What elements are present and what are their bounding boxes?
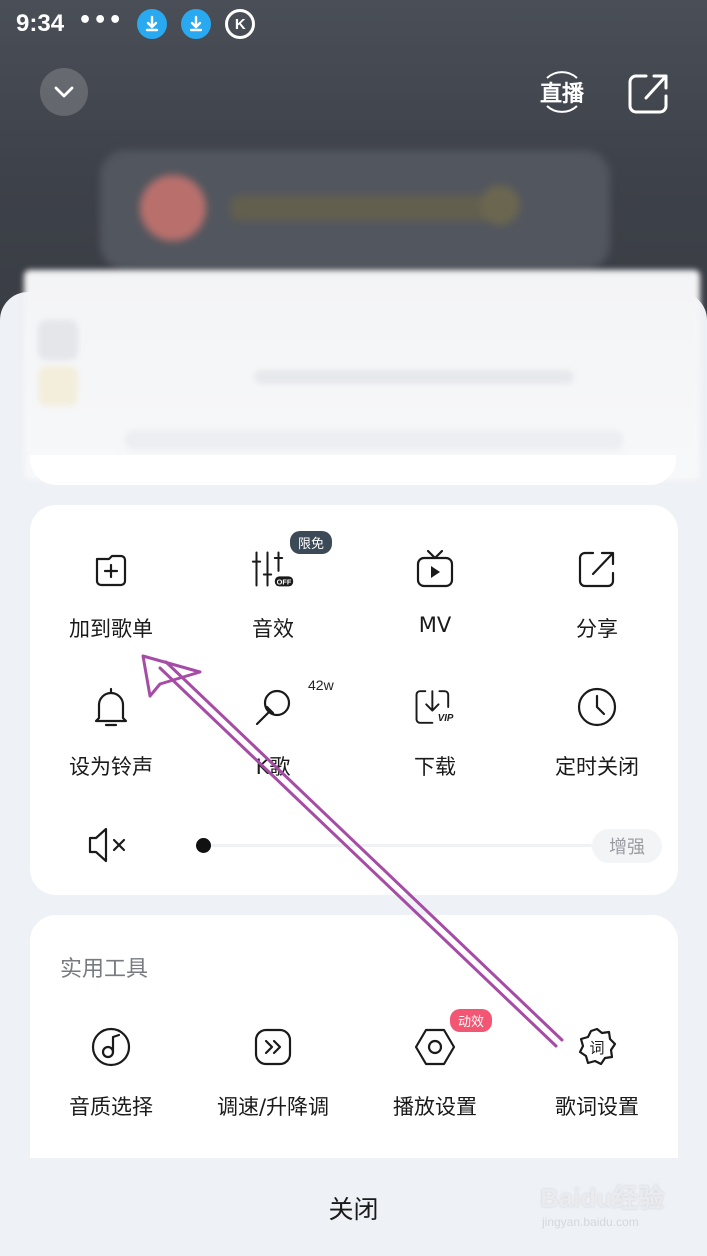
blurred-card-edge [30,455,676,485]
status-time: 9:34 [16,10,65,37]
live-button[interactable]: 直播 [533,68,591,116]
status-bar: 9:34 ••• K [0,0,707,48]
mute-speaker-icon [88,827,126,863]
share-button[interactable]: 分享 [516,547,678,647]
disc-note-icon [89,1025,133,1069]
add-to-playlist-icon [89,547,133,591]
share-icon [628,74,668,114]
free-badge: 限免 [290,531,333,554]
lyrics-settings-button[interactable]: 词 歌词设置 [516,1025,678,1125]
sound-effects-button[interactable]: OFF 限免 音效 [192,531,354,647]
item-label: 分享 [576,617,618,641]
tv-play-icon [413,547,457,591]
item-label: 播放设置 [393,1095,477,1119]
blurred-song-info [24,270,700,480]
item-label: MV [418,613,452,637]
audio-quality-button[interactable]: 音质选择 [30,1025,192,1125]
blurred-now-playing-card [100,150,610,270]
fast-forward-icon [251,1025,295,1069]
live-label: 直播 [539,82,584,107]
item-label: 设为铃声 [69,755,153,779]
lyrics-glyph: 词 [589,1039,604,1057]
animation-badge: 动效 [450,1009,493,1032]
k-app-icon: K [225,9,256,39]
watermark-brand: Baidu经验 [540,1183,665,1213]
tools-card: 实用工具 音质选择 调速/升降调 动效 播放设置 词 歌词设置 [30,915,678,1158]
karaoke-count: 42w [308,677,334,693]
actions-card: 加到歌单 OFF 限免 音效 MV 分享 设为铃声 42w K歌 VIP 下载 … [30,505,678,895]
volume-slider-track[interactable] [198,844,592,847]
volume-slider-knob[interactable] [196,838,211,853]
lyrics-badge-icon: 词 [575,1025,619,1069]
mv-button[interactable]: MV [354,547,516,647]
item-label: 下载 [414,755,456,779]
sleep-timer-button[interactable]: 定时关闭 [516,685,678,785]
status-more-dots: ••• [78,7,124,33]
equalizer-off-icon: OFF [251,547,295,591]
item-label: 音质选择 [69,1095,153,1119]
svg-text:OFF: OFF [277,578,292,587]
download-button[interactable]: VIP 下载 [354,685,516,785]
chevron-down-icon [54,86,74,98]
add-to-playlist-button[interactable]: 加到歌单 [30,547,192,647]
karaoke-button[interactable]: 42w K歌 [192,677,354,785]
share-icon [575,547,619,591]
hexagon-settings-icon [413,1025,457,1069]
download-notification-icon [137,9,168,39]
bell-icon [89,685,133,729]
item-label: 调速/升降调 [216,1095,330,1119]
microphone-icon [251,685,295,729]
volume-row: 增强 [86,825,666,865]
download-vip-icon: VIP [413,685,457,729]
item-label: 歌词设置 [555,1095,639,1119]
item-label: K歌 [255,755,291,779]
item-label: 加到歌单 [69,617,153,641]
collapse-button[interactable] [40,68,88,116]
playback-settings-button[interactable]: 动效 播放设置 [354,1009,516,1125]
tools-section-title: 实用工具 [60,957,149,982]
vip-tag: VIP [438,713,454,724]
item-label: 定时关闭 [555,755,639,779]
clock-icon [575,685,619,729]
item-label: 音效 [252,617,294,641]
speed-pitch-button[interactable]: 调速/升降调 [192,1025,354,1125]
set-ringtone-button[interactable]: 设为铃声 [30,685,192,785]
share-top-button[interactable] [626,70,672,116]
download-notification-icon [181,9,212,39]
watermark-url: jingyan.baidu.com [542,1215,639,1229]
volume-boost-button[interactable]: 增强 [592,829,662,863]
baidu-watermark: Baidu经验 jingyan.baidu.com [540,1178,664,1229]
